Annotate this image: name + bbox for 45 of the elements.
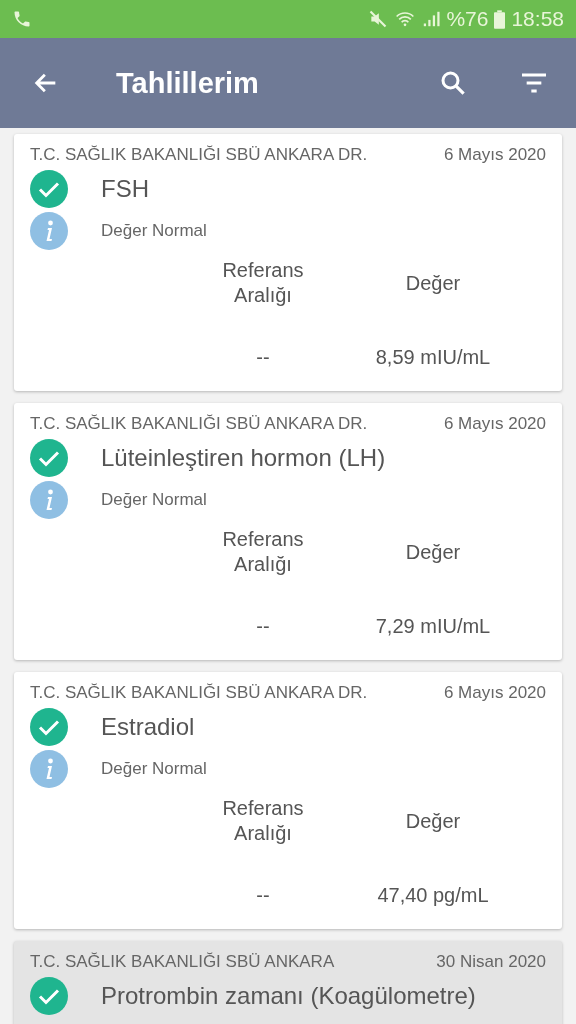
result-card[interactable]: T.C. SAĞLIK BAKANLIĞI SBÜ ANKARA DR. 6 Mayıs 2020 FSH Değer Normal Referans Aralığı Değer -- 8,59 mIU/mL	[14, 134, 562, 391]
column-header: Değer	[404, 270, 462, 296]
result-value: 7,29 mIU/mL	[375, 615, 491, 638]
result-card[interactable]: T.C. SAĞLIK BAKANLIĞI SBÜ ANKARA 30 Nisan 2020 Protrombin zamanı (Koagülometre)	[14, 941, 562, 1024]
battery-icon	[494, 9, 506, 29]
mute-icon	[368, 9, 389, 29]
column-header: Değer	[404, 539, 462, 565]
check-icon	[30, 708, 68, 746]
result-date: 6 Mayıs 2020	[443, 682, 546, 704]
test-name: FSH	[101, 175, 149, 203]
screen-title: Tahlillerim	[116, 66, 259, 100]
institution-name: T.C. SAĞLIK BAKANLIĞI SBÜ ANKARA	[30, 951, 335, 973]
info-icon	[30, 481, 68, 519]
check-icon	[30, 170, 68, 208]
test-name: Protrombin zamanı (Koagülometre)	[101, 982, 476, 1010]
institution-name: T.C. SAĞLIK BAKANLIĞI SBÜ ANKARA DR.	[30, 682, 368, 704]
reference-range: --	[256, 346, 270, 369]
reference-range: --	[256, 884, 270, 907]
test-name: Estradiol	[101, 713, 195, 741]
result-date: 6 Mayıs 2020	[443, 144, 546, 166]
status-text: Değer Normal	[101, 221, 207, 241]
column-header: Referans Aralığı	[221, 796, 305, 846]
status-text: Değer Normal	[101, 759, 207, 779]
clock: 18:58	[511, 7, 564, 31]
test-name: Lüteinleştiren hormon (LH)	[101, 444, 386, 472]
check-icon	[30, 439, 68, 477]
check-icon	[30, 977, 68, 1015]
phone-icon	[12, 9, 32, 29]
result-date: 6 Mayıs 2020	[443, 413, 546, 435]
result-card[interactable]: T.C. SAĞLIK BAKANLIĞI SBÜ ANKARA DR. 6 Mayıs 2020 Estradiol Değer Normal Referans Aralığı Değer -- 47,40 pg/mL	[14, 672, 562, 929]
signal-icon	[422, 9, 441, 29]
institution-name: T.C. SAĞLIK BAKANLIĞI SBÜ ANKARA DR.	[30, 144, 368, 166]
status-text: Değer Normal	[101, 490, 207, 510]
info-icon	[30, 750, 68, 788]
reference-range: --	[256, 615, 270, 638]
column-header: Referans Aralığı	[221, 258, 305, 308]
battery-percent: %76	[446, 7, 489, 31]
result-value: 47,40 pg/mL	[377, 884, 489, 907]
result-date: 30 Nisan 2020	[436, 951, 546, 973]
institution-name: T.C. SAĞLIK BAKANLIĞI SBÜ ANKARA DR.	[30, 413, 368, 435]
result-card[interactable]: T.C. SAĞLIK BAKANLIĞI SBÜ ANKARA DR. 6 Mayıs 2020 Lüteinleştiren hormon (LH) Değer Normal Referans Aralığı Değer -- 7,29 mIU/mL	[14, 403, 562, 660]
result-value: 8,59 mIU/mL	[375, 346, 491, 369]
column-header: Referans Aralığı	[221, 527, 305, 577]
column-header: Değer	[404, 808, 462, 834]
info-icon	[30, 212, 68, 250]
